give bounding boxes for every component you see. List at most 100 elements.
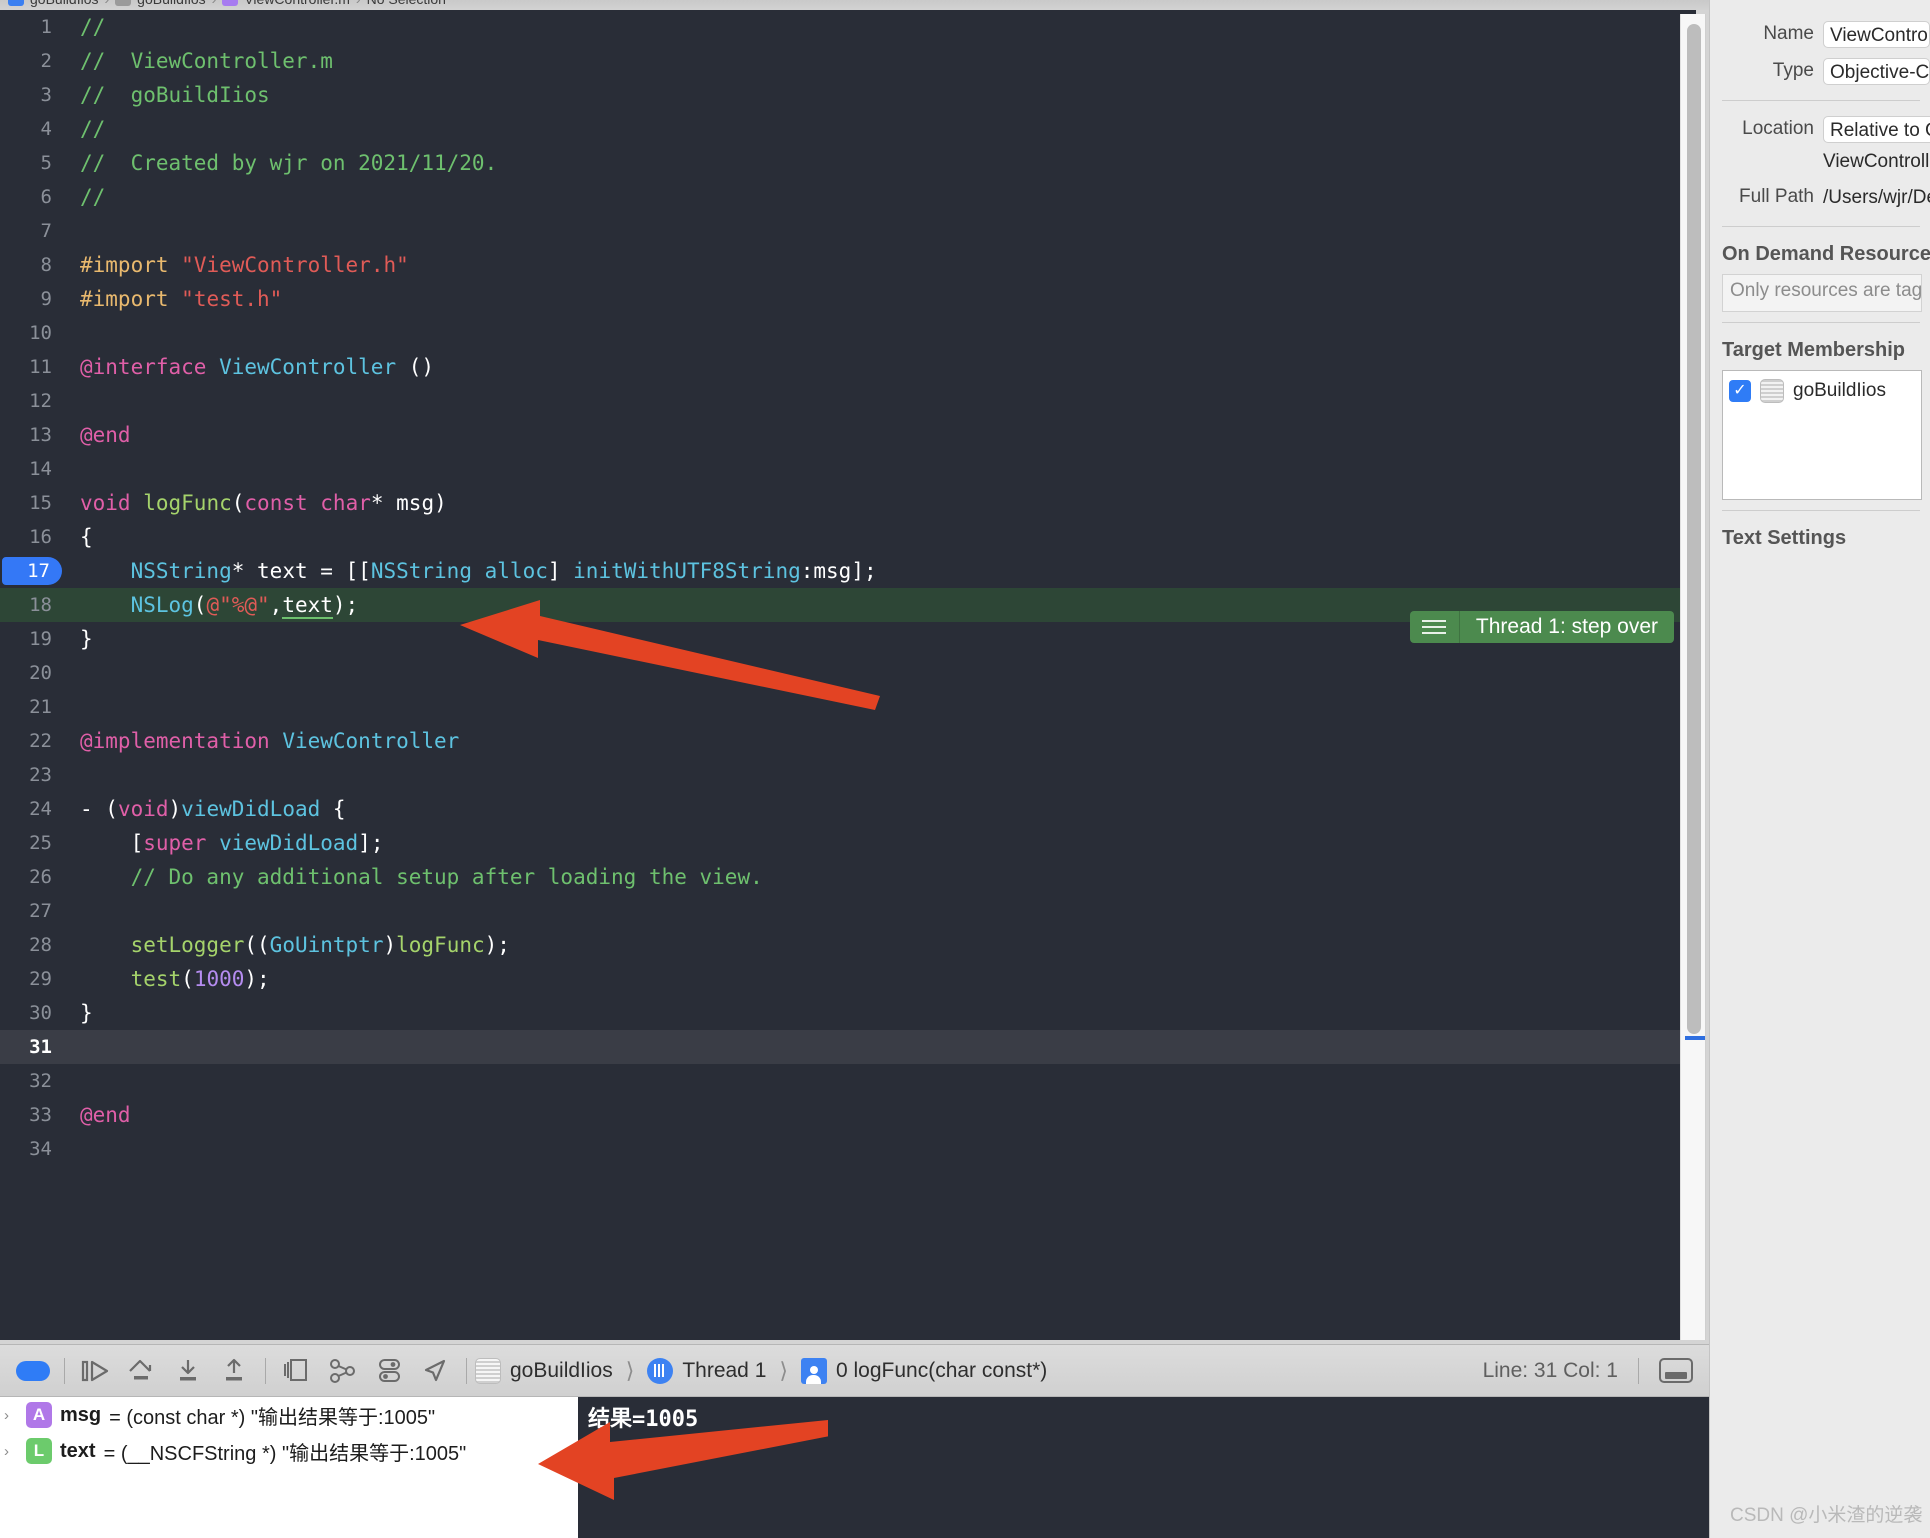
line-number[interactable]: 19 bbox=[0, 622, 62, 656]
disclosure-triangle-icon[interactable]: › bbox=[4, 1407, 18, 1424]
breadcrumb-bar[interactable]: goBuildIios › goBuildIios › ViewControll… bbox=[0, 0, 1716, 10]
line-number[interactable]: 18 bbox=[0, 588, 62, 622]
line-number[interactable]: 34 bbox=[0, 1132, 62, 1166]
code-line[interactable]: 27 bbox=[0, 894, 1696, 928]
code-line[interactable]: 9#import "test.h" bbox=[0, 282, 1696, 316]
line-number[interactable]: 5 bbox=[0, 146, 62, 180]
line-number[interactable]: 4 bbox=[0, 112, 62, 146]
breadcrumb-item-2[interactable]: ViewController.m bbox=[244, 0, 350, 7]
line-number[interactable]: 28 bbox=[0, 928, 62, 962]
line-number[interactable]: 29 bbox=[0, 962, 62, 996]
code-line[interactable]: 7 bbox=[0, 214, 1696, 248]
line-number[interactable]: 15 bbox=[0, 486, 62, 520]
line-number[interactable]: 12 bbox=[0, 384, 62, 418]
toggle-debug-area-button[interactable] bbox=[1659, 1358, 1693, 1383]
editor-scrollbar[interactable] bbox=[1680, 14, 1706, 1340]
line-number[interactable]: 26 bbox=[0, 860, 62, 894]
crumb-thread[interactable]: Thread 1 bbox=[682, 1359, 766, 1383]
line-number[interactable]: 6 bbox=[0, 180, 62, 214]
line-number[interactable]: 32 bbox=[0, 1064, 62, 1098]
name-field[interactable]: ViewController.m bbox=[1823, 21, 1930, 48]
code-line[interactable]: 3// goBuildIios bbox=[0, 78, 1696, 112]
code-line[interactable]: 21 bbox=[0, 690, 1696, 724]
variable-row[interactable]: ›Ltext= (__NSCFString *) "输出结果等于:1005" bbox=[0, 1433, 578, 1469]
breadcrumb-item-1[interactable]: goBuildIios bbox=[137, 0, 206, 7]
line-number[interactable]: 20 bbox=[0, 656, 62, 690]
code-line[interactable]: 12 bbox=[0, 384, 1696, 418]
code-line[interactable]: 13@end bbox=[0, 418, 1696, 452]
line-number[interactable]: 22 bbox=[0, 724, 62, 758]
code-line[interactable]: 16{ bbox=[0, 520, 1696, 554]
line-number[interactable]: 21 bbox=[0, 690, 62, 724]
line-number[interactable]: 1 bbox=[0, 10, 62, 44]
checkbox-checked-icon[interactable]: ✓ bbox=[1729, 380, 1751, 402]
editor-scrollbar-thumb[interactable] bbox=[1687, 24, 1701, 1034]
code-line[interactable]: 8#import "ViewController.h" bbox=[0, 248, 1696, 282]
location-select[interactable]: Relative to Group bbox=[1823, 116, 1930, 143]
code-line[interactable]: 6// bbox=[0, 180, 1696, 214]
code-line[interactable]: 32 bbox=[0, 1064, 1696, 1098]
line-number[interactable]: 25 bbox=[0, 826, 62, 860]
debug-view-hierarchy-icon[interactable] bbox=[274, 1351, 320, 1391]
variable-row[interactable]: ›Amsg= (const char *) "输出结果等于:1005" bbox=[0, 1397, 578, 1433]
thread-status-badge[interactable]: Thread 1: step over bbox=[1410, 611, 1674, 643]
breadcrumb-item-0[interactable]: goBuildIios bbox=[30, 0, 99, 7]
step-out-button[interactable] bbox=[211, 1351, 257, 1391]
program-counter-badge[interactable]: 17 bbox=[2, 557, 62, 585]
line-number[interactable]: 8 bbox=[0, 248, 62, 282]
line-number[interactable]: 16 bbox=[0, 520, 62, 554]
line-number[interactable]: 13 bbox=[0, 418, 62, 452]
file-inspector-panel[interactable]: Name ViewController.m Type Objective-C S… bbox=[1709, 0, 1930, 1538]
code-line[interactable]: 10 bbox=[0, 316, 1696, 350]
line-number[interactable]: 27 bbox=[0, 894, 62, 928]
code-line[interactable]: 24- (void)viewDidLoad { bbox=[0, 792, 1696, 826]
crumb-frame[interactable]: 0 logFunc(char const*) bbox=[836, 1359, 1047, 1383]
line-number[interactable]: 10 bbox=[0, 316, 62, 350]
line-number[interactable]: 2 bbox=[0, 44, 62, 78]
line-number[interactable]: 33 bbox=[0, 1098, 62, 1132]
code-line[interactable]: 17 NSString* text = [[NSString alloc] in… bbox=[0, 554, 1696, 588]
line-number[interactable]: 24 bbox=[0, 792, 62, 826]
line-number[interactable]: 30 bbox=[0, 996, 62, 1030]
code-line[interactable]: 31 bbox=[0, 1030, 1696, 1064]
type-select[interactable]: Objective-C Source bbox=[1823, 58, 1930, 85]
disclosure-triangle-icon[interactable]: › bbox=[4, 1443, 18, 1460]
code-line[interactable]: 28 setLogger((GoUintptr)logFunc); bbox=[0, 928, 1696, 962]
code-line[interactable]: 4// bbox=[0, 112, 1696, 146]
code-line[interactable]: 20 bbox=[0, 656, 1696, 690]
code-line[interactable]: 30} bbox=[0, 996, 1696, 1030]
code-line[interactable]: 2// ViewController.m bbox=[0, 44, 1696, 78]
code-line[interactable]: 29 test(1000); bbox=[0, 962, 1696, 996]
breadcrumb-item-3[interactable]: No Selection bbox=[367, 0, 446, 7]
line-number[interactable]: 3 bbox=[0, 78, 62, 112]
debug-toolbar[interactable]: goBuildIios ⟩ Thread 1 ⟩ 0 logFunc(char … bbox=[0, 1344, 1709, 1397]
code-line[interactable]: 26 // Do any additional setup after load… bbox=[0, 860, 1696, 894]
fullpath-value[interactable]: /Users/wjr/Desktop/gobuild/goBuildIios/g… bbox=[1823, 184, 1930, 211]
list-item[interactable]: ✓ goBuildIios bbox=[1729, 379, 1915, 403]
console-output[interactable]: 结果=1005(lldb) bbox=[578, 1397, 1709, 1538]
stop-button[interactable] bbox=[10, 1351, 56, 1391]
hamburger-icon[interactable] bbox=[1410, 611, 1460, 643]
code-line[interactable]: 34 bbox=[0, 1132, 1696, 1166]
line-number[interactable]: 23 bbox=[0, 758, 62, 792]
code-line[interactable]: 25 [super viewDidLoad]; bbox=[0, 826, 1696, 860]
line-number[interactable]: 11 bbox=[0, 350, 62, 384]
line-number[interactable]: 9 bbox=[0, 282, 62, 316]
memory-graph-icon[interactable] bbox=[320, 1351, 366, 1391]
line-number[interactable]: 14 bbox=[0, 452, 62, 486]
code-line[interactable]: 11@interface ViewController () bbox=[0, 350, 1696, 384]
step-over-button[interactable] bbox=[119, 1351, 165, 1391]
code-line[interactable]: 1// bbox=[0, 10, 1696, 44]
line-number[interactable]: 7 bbox=[0, 214, 62, 248]
source-editor[interactable]: 1//2// ViewController.m3// goBuildIios4/… bbox=[0, 10, 1696, 1340]
continue-button[interactable] bbox=[73, 1351, 119, 1391]
code-line[interactable]: 15void logFunc(const char* msg) bbox=[0, 486, 1696, 520]
location-simulate-icon[interactable] bbox=[412, 1351, 458, 1391]
variables-view[interactable]: ›Amsg= (const char *) "输出结果等于:1005"›Ltex… bbox=[0, 1397, 578, 1538]
code-line[interactable]: 23 bbox=[0, 758, 1696, 792]
target-membership-list[interactable]: ✓ goBuildIios bbox=[1722, 370, 1922, 500]
crumb-project[interactable]: goBuildIios bbox=[510, 1359, 613, 1383]
environment-overrides-icon[interactable] bbox=[366, 1351, 412, 1391]
code-line[interactable]: 5// Created by wjr on 2021/11/20. bbox=[0, 146, 1696, 180]
code-line[interactable]: 22@implementation ViewController bbox=[0, 724, 1696, 758]
